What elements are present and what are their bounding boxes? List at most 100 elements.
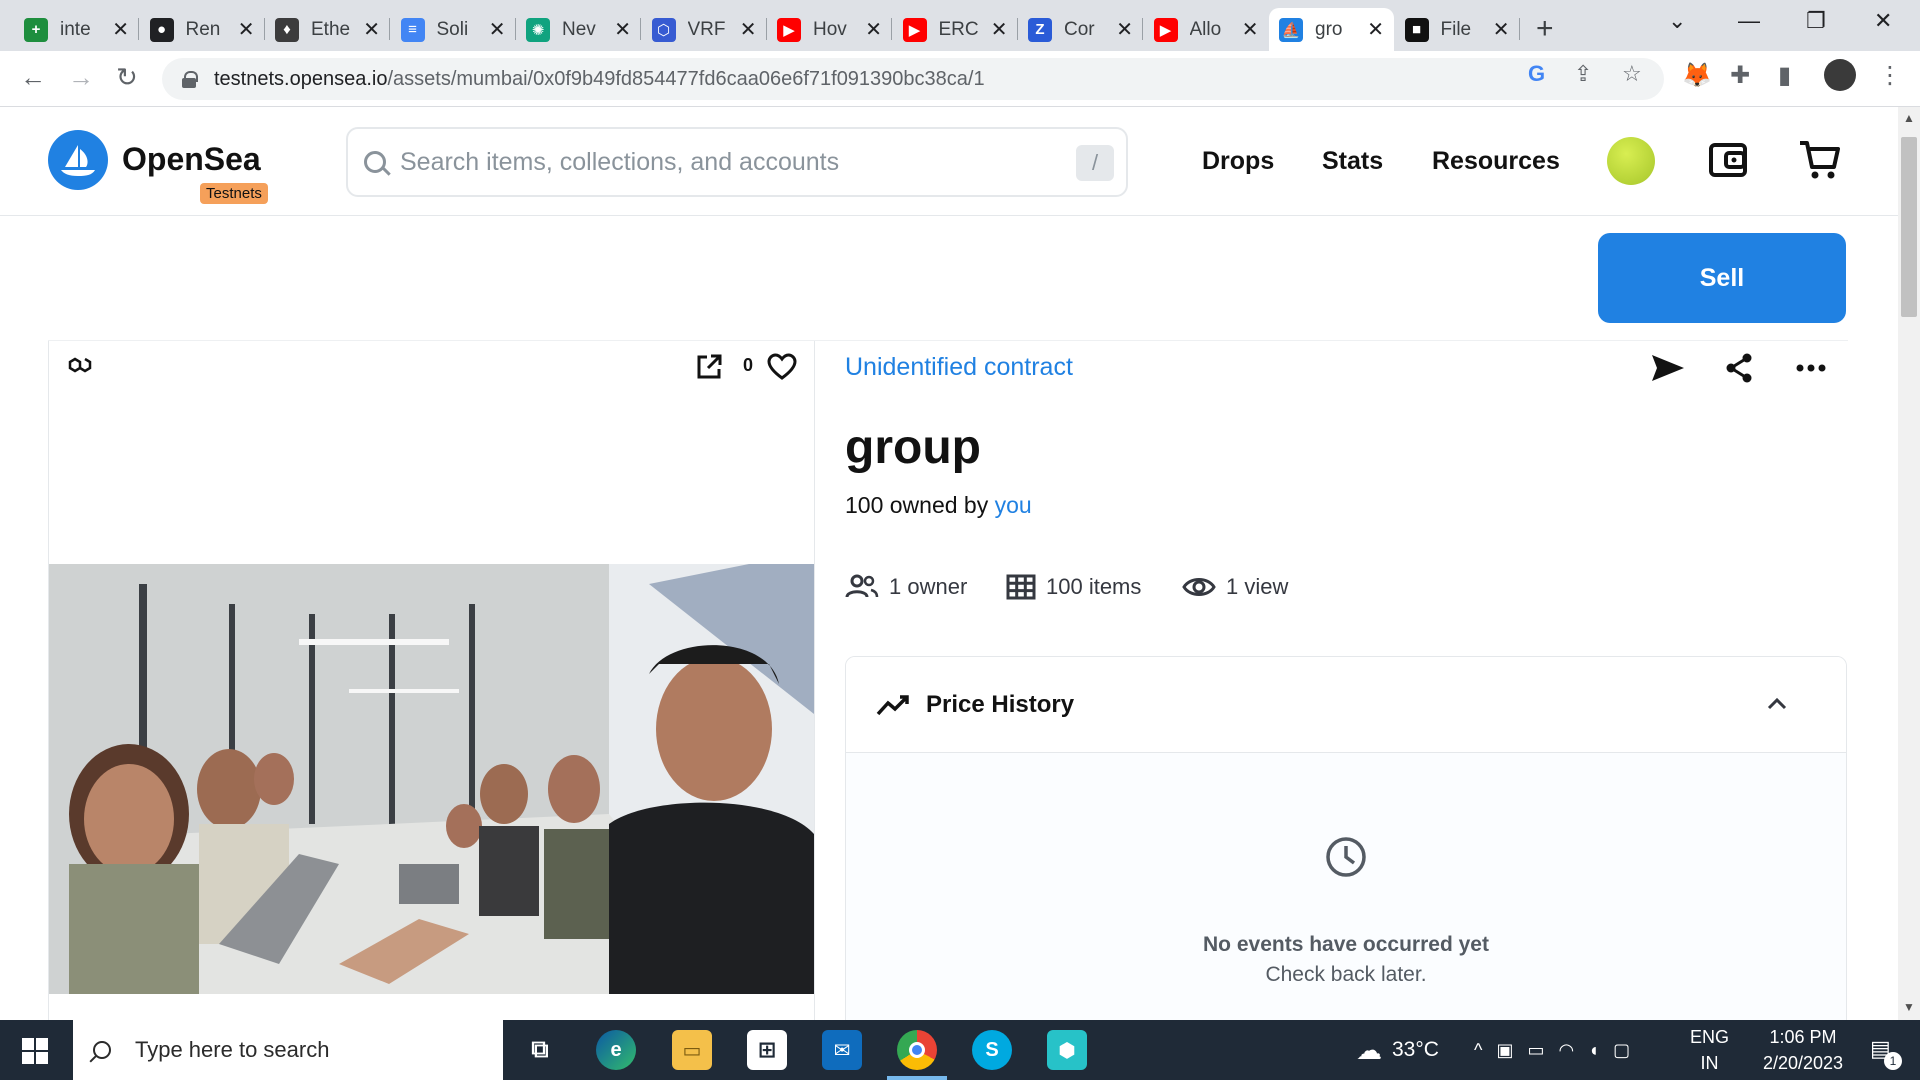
display-icon[interactable]: ▢ [1613, 1040, 1630, 1061]
browser-tab[interactable]: ⛵ gro ✕ [1269, 8, 1394, 51]
windows-taskbar: Type here to search ⧉ e ▭ ⊞ ✉ S ⬢ ☁ 33°C… [0, 1020, 1920, 1080]
tab-title: gro [1315, 18, 1343, 40]
tab-title: inte [60, 18, 91, 40]
tab-close-icon[interactable]: ✕ [1367, 17, 1384, 42]
more-options-icon[interactable] [1796, 360, 1826, 378]
wifi-icon[interactable]: ◠ [1558, 1040, 1574, 1061]
bookmark-star-icon[interactable]: ☆ [1622, 61, 1642, 87]
browser-tab[interactable]: ● Ren ✕ [140, 8, 265, 51]
chrome-icon[interactable] [897, 1030, 937, 1070]
search-box[interactable]: / [346, 127, 1128, 197]
volume-icon[interactable]: ◖ [1588, 1040, 1599, 1061]
browser-tab[interactable]: ✺ Nev ✕ [516, 8, 641, 51]
share-icon[interactable] [1725, 353, 1753, 388]
browser-tab[interactable]: ▶ ERC ✕ [893, 8, 1018, 51]
asset-image[interactable] [49, 564, 814, 994]
tab-close-icon[interactable]: ✕ [489, 17, 506, 42]
browser-tab[interactable]: Z Cor ✕ [1018, 8, 1143, 51]
tab-title: ERC [938, 18, 979, 40]
tab-close-icon[interactable]: ✕ [991, 17, 1008, 42]
weather-temp: 33°C [1392, 1038, 1439, 1061]
skype-icon[interactable]: S [972, 1030, 1012, 1070]
share-icon[interactable]: ⇪ [1574, 61, 1592, 87]
transfer-icon[interactable] [1650, 353, 1686, 388]
chevron-up-icon[interactable] [1766, 697, 1788, 711]
tab-close-icon[interactable]: ✕ [1116, 17, 1133, 42]
forward-button[interactable]: → [68, 62, 94, 93]
extensions-icon[interactable]: ✚ [1730, 61, 1750, 90]
side-panel-icon[interactable]: ▮ [1778, 61, 1791, 90]
tab-close-icon[interactable]: ✕ [1493, 17, 1510, 42]
tab-search-icon[interactable]: ⌄ [1668, 8, 1686, 34]
nav-drops[interactable]: Drops [1202, 147, 1274, 176]
owners-count: 1 owner [889, 574, 968, 599]
browser-tab[interactable]: ▶ Hov ✕ [767, 8, 892, 51]
nav-resources[interactable]: Resources [1432, 147, 1560, 176]
metamask-extension-icon[interactable]: 🦊 [1682, 61, 1712, 90]
account-avatar[interactable] [1607, 137, 1655, 185]
google-lens-icon[interactable]: G [1528, 61, 1545, 87]
tab-close-icon[interactable]: ✕ [614, 17, 631, 42]
file-explorer-icon[interactable]: ▭ [672, 1030, 712, 1070]
browser-tab[interactable]: ▶ Allo ✕ [1144, 8, 1269, 51]
battery-icon[interactable]: ▭ [1527, 1040, 1544, 1061]
new-tab-button[interactable]: + [1536, 12, 1554, 46]
cart-icon[interactable] [1798, 139, 1842, 186]
open-external-icon[interactable] [695, 353, 723, 386]
scroll-down-arrow-icon[interactable]: ▼ [1903, 1000, 1915, 1014]
edge-icon[interactable]: e [596, 1030, 636, 1070]
reload-button[interactable]: ↻ [116, 62, 138, 93]
profile-avatar[interactable] [1824, 59, 1856, 91]
mail-icon[interactable]: ✉ [822, 1030, 862, 1070]
search-shortcut-key: / [1076, 145, 1114, 181]
collection-link[interactable]: Unidentified contract [845, 353, 1073, 382]
app-cube-icon[interactable]: ⬢ [1047, 1030, 1087, 1070]
nav-stats[interactable]: Stats [1322, 147, 1383, 176]
back-button[interactable]: ← [20, 62, 46, 93]
page-scrollbar[interactable]: ▲ ▼ [1898, 107, 1920, 1020]
tab-close-icon[interactable]: ✕ [865, 17, 882, 42]
minimize-button[interactable]: — [1738, 8, 1760, 34]
chrome-menu-icon[interactable]: ⋮ [1878, 61, 1902, 90]
items-count: 100 items [1046, 574, 1142, 599]
tab-favicon-icon: ⛵ [1279, 17, 1303, 42]
tab-close-icon[interactable]: ✕ [238, 17, 255, 42]
weather-widget[interactable]: ☁ 33°C [1356, 1020, 1439, 1080]
taskbar-search[interactable]: Type here to search [73, 1020, 503, 1080]
address-bar[interactable]: testnets.opensea.io/assets/mumbai/0x0f9b… [162, 58, 1664, 100]
tray-chevron-icon[interactable]: ^ [1474, 1040, 1482, 1061]
browser-tab[interactable]: ♦ Ethe ✕ [265, 8, 390, 51]
browser-tab[interactable]: + inte ✕ [14, 8, 139, 51]
tab-close-icon[interactable]: ✕ [1242, 17, 1259, 42]
language-indicator[interactable]: ENG IN [1690, 1024, 1729, 1076]
browser-tab-strip: + inte ✕ ● Ren ✕ ♦ Ethe ✕ ≡ Soli ✕ ✺ Nev ✕ ⬡ VRF ✕ ▶ Hov ✕ ▶ E… [0, 0, 1920, 51]
tab-close-icon[interactable]: ✕ [740, 17, 757, 42]
search-input[interactable] [400, 147, 1040, 177]
close-window-button[interactable]: ✕ [1874, 8, 1892, 34]
opensea-logo-icon[interactable] [48, 130, 108, 190]
restore-button[interactable]: ❐ [1806, 8, 1826, 34]
browser-tab[interactable]: ≡ Soli ✕ [391, 8, 516, 51]
browser-tab[interactable]: ⬡ VRF ✕ [642, 8, 767, 51]
owners-stat[interactable]: 1 owner [845, 574, 967, 600]
opensea-logo-text[interactable]: OpenSea [122, 141, 261, 178]
scroll-up-arrow-icon[interactable]: ▲ [1903, 111, 1915, 125]
clock[interactable]: 1:06 PM 2/20/2023 [1748, 1024, 1858, 1076]
task-view-icon[interactable]: ⧉ [520, 1030, 560, 1070]
browser-tab[interactable]: ■ File ✕ [1395, 8, 1520, 51]
owner-link[interactable]: you [995, 492, 1032, 518]
microsoft-store-icon[interactable]: ⊞ [747, 1030, 787, 1070]
windows-start-icon[interactable] [22, 1038, 48, 1069]
wallet-icon[interactable] [1708, 139, 1750, 184]
scroll-thumb[interactable] [1901, 137, 1917, 317]
owners-icon [845, 574, 879, 598]
tab-title: Soli [436, 18, 469, 40]
sell-button[interactable]: Sell [1598, 233, 1846, 323]
views-stat: 1 view [1182, 574, 1288, 600]
meet-now-icon[interactable]: ▣ [1496, 1040, 1513, 1061]
tab-close-icon[interactable]: ✕ [363, 17, 380, 42]
tab-close-icon[interactable]: ✕ [112, 17, 129, 42]
tab-title: Ren [185, 18, 221, 40]
price-history-header[interactable]: Price History [846, 657, 1846, 753]
heart-icon[interactable] [767, 353, 797, 386]
